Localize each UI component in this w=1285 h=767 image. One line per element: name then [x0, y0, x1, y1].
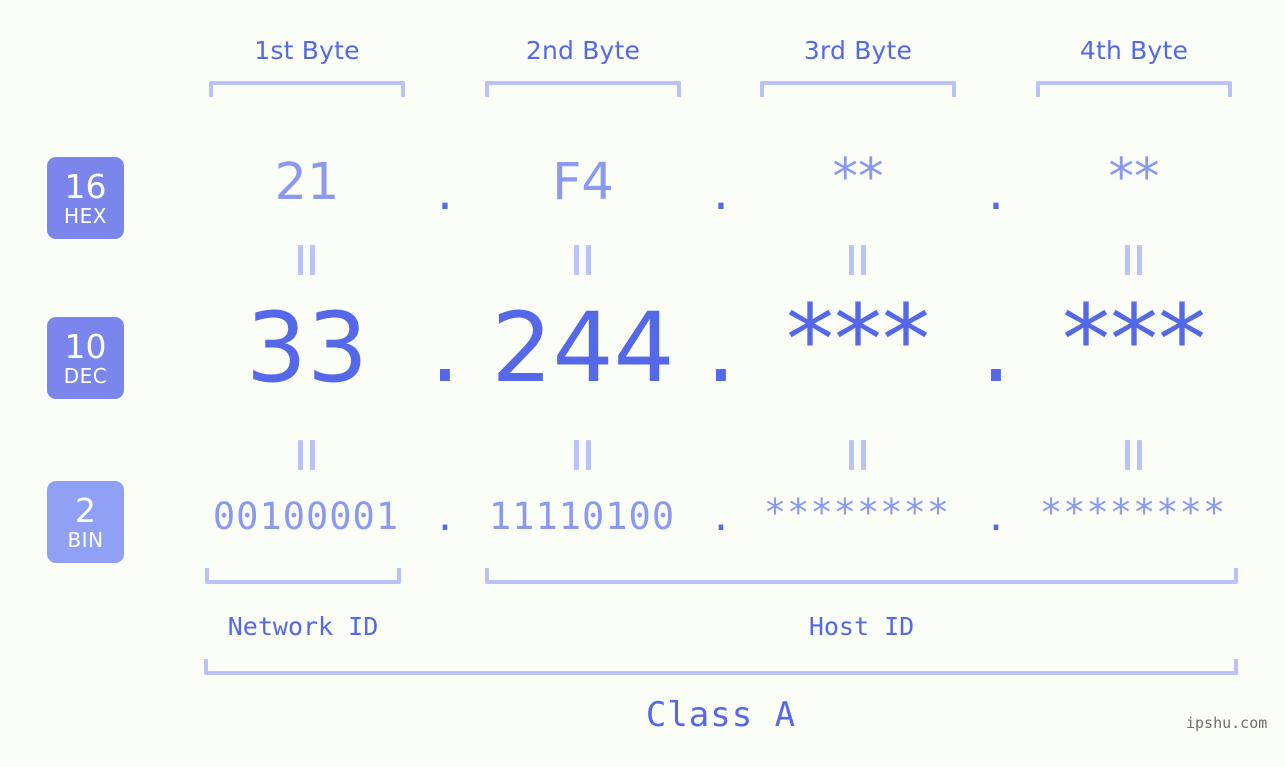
byte-header-label-3: 3rd Byte [803, 36, 913, 65]
bin-octet-1: 00100001 [212, 495, 400, 538]
network-id-label: Network ID [227, 612, 379, 641]
base-badge-hex-number: 16 [64, 167, 107, 206]
bin-separator-1: . [438, 490, 452, 541]
dec-octet-4: *** [1062, 284, 1206, 396]
dec-octet-3: *** [786, 284, 930, 396]
equals-separator-dec-bin-2 [570, 440, 596, 470]
dec-separator-3: . [980, 292, 1012, 404]
dec-octet-2: 244 [491, 292, 675, 404]
byte-bracket-2 [485, 81, 681, 97]
host-id-bracket [485, 568, 1238, 584]
equals-separator-hex-dec-2 [570, 245, 596, 275]
equals-separator-hex-dec-4 [1121, 245, 1147, 275]
hex-octet-2: F4 [552, 153, 614, 212]
bin-octet-3: ******** [763, 491, 951, 534]
hex-separator-1: . [436, 163, 454, 222]
equals-separator-dec-bin-1 [294, 440, 320, 470]
equals-separator-dec-bin-3 [845, 440, 871, 470]
byte-bracket-4 [1036, 81, 1232, 97]
base-badge-bin: 2 BIN [47, 481, 124, 563]
base-badge-bin-number: 2 [75, 491, 96, 530]
hex-octet-1: 21 [274, 153, 340, 212]
byte-header-label-4: 4th Byte [1079, 36, 1189, 65]
equals-separator-hex-dec-3 [845, 245, 871, 275]
hex-separator-3: . [987, 163, 1005, 222]
bin-separator-3: . [989, 490, 1003, 541]
base-badge-hex-unit: HEX [64, 204, 107, 228]
ip-address-breakdown-diagram: 1st Byte 2nd Byte 3rd Byte 4th Byte 16 H… [0, 0, 1285, 767]
bin-octet-4: ******** [1039, 491, 1227, 534]
watermark: ipshu.com [1186, 714, 1268, 732]
base-badge-bin-unit: BIN [67, 528, 104, 552]
equals-separator-dec-bin-4 [1121, 440, 1147, 470]
dec-octet-1: 33 [245, 292, 369, 404]
bin-separator-2: . [714, 490, 728, 541]
base-badge-dec-number: 10 [64, 327, 107, 366]
class-bracket [204, 659, 1238, 675]
dec-separator-2: . [705, 292, 737, 404]
hex-separator-2: . [712, 163, 730, 222]
dec-separator-1: . [429, 292, 461, 404]
base-badge-dec: 10 DEC [47, 317, 124, 399]
bin-octet-2: 11110100 [488, 495, 676, 538]
hex-octet-3: ** [832, 148, 884, 207]
host-id-label: Host ID [808, 612, 915, 641]
network-id-bracket [205, 568, 401, 584]
byte-header-label-1: 1st Byte [254, 36, 360, 65]
base-badge-hex: 16 HEX [47, 157, 124, 239]
base-badge-dec-unit: DEC [63, 364, 108, 388]
byte-header-label-2: 2nd Byte [525, 36, 641, 65]
class-label: Class A [645, 695, 797, 735]
byte-bracket-1 [209, 81, 405, 97]
byte-bracket-3 [760, 81, 956, 97]
hex-octet-4: ** [1108, 148, 1160, 207]
equals-separator-hex-dec-1 [294, 245, 320, 275]
